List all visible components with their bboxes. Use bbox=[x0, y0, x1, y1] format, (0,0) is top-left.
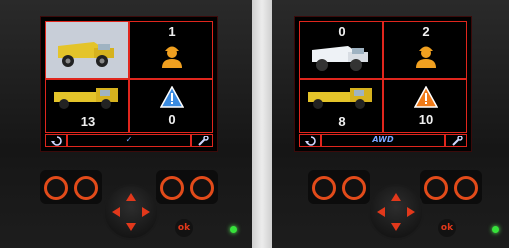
loader-truck-icon bbox=[306, 84, 376, 114]
ok-button[interactable]: ok bbox=[438, 219, 456, 237]
function-button-3[interactable] bbox=[424, 176, 448, 200]
loader-truck-icon bbox=[52, 84, 122, 114]
arrow-right-icon[interactable] bbox=[407, 207, 415, 217]
wrench-icon bbox=[452, 136, 463, 146]
cell-loaders[interactable]: 8 bbox=[299, 79, 383, 133]
function-button-2[interactable] bbox=[342, 176, 366, 200]
function-button-4[interactable] bbox=[454, 176, 478, 200]
function-button-1[interactable] bbox=[312, 176, 336, 200]
cell-alerts[interactable]: 0 bbox=[129, 79, 213, 133]
trucks-count: 0 bbox=[338, 24, 346, 39]
status-bar: AWD bbox=[299, 134, 467, 147]
return-button[interactable] bbox=[45, 134, 67, 147]
warning-icon bbox=[159, 85, 185, 112]
cell-operators[interactable]: 2 bbox=[383, 21, 467, 79]
directional-pad[interactable] bbox=[103, 184, 159, 240]
wrench-button[interactable] bbox=[445, 134, 467, 147]
status-led bbox=[230, 226, 237, 233]
panel-divider bbox=[252, 0, 272, 248]
alerts-count: 10 bbox=[418, 112, 434, 127]
alerts-count: 0 bbox=[168, 112, 176, 127]
arrow-up-icon[interactable] bbox=[391, 193, 401, 201]
display-screen: 0 2 8 10 AWD bbox=[294, 16, 472, 152]
arrow-down-icon[interactable] bbox=[391, 223, 401, 231]
loaders-count: 8 bbox=[338, 114, 346, 129]
return-button[interactable] bbox=[299, 134, 321, 147]
arrow-down-icon[interactable] bbox=[126, 223, 136, 231]
dump-truck-icon bbox=[308, 40, 374, 78]
ok-button[interactable]: ok bbox=[175, 219, 193, 237]
cell-operators[interactable]: 1 bbox=[129, 21, 213, 79]
wrench-icon bbox=[198, 136, 209, 146]
status-grid: 1 13 0 ✓ bbox=[45, 21, 213, 147]
operator-icon bbox=[414, 42, 438, 72]
operators-count: 2 bbox=[422, 24, 430, 39]
cell-trucks[interactable] bbox=[45, 21, 129, 79]
return-icon bbox=[51, 136, 62, 146]
cell-trucks[interactable]: 0 bbox=[299, 21, 383, 79]
loaders-count: 13 bbox=[80, 114, 96, 129]
function-button-1[interactable] bbox=[44, 176, 68, 200]
operators-count: 1 bbox=[168, 24, 176, 39]
status-message: ✓ bbox=[67, 134, 191, 147]
status-led bbox=[492, 226, 499, 233]
function-button-3[interactable] bbox=[160, 176, 184, 200]
directional-pad[interactable] bbox=[368, 184, 424, 240]
display-screen: 1 13 0 ✓ bbox=[40, 16, 218, 152]
function-button-4[interactable] bbox=[190, 176, 214, 200]
arrow-left-icon[interactable] bbox=[112, 207, 120, 217]
warning-icon bbox=[413, 85, 439, 112]
status-message: AWD bbox=[321, 134, 445, 147]
function-button-2[interactable] bbox=[74, 176, 98, 200]
device-right: 0 2 8 10 AWD ok bbox=[272, 0, 509, 248]
status-grid: 0 2 8 10 AWD bbox=[299, 21, 467, 147]
arrow-up-icon[interactable] bbox=[126, 193, 136, 201]
dump-truck-icon bbox=[54, 36, 120, 74]
arrow-right-icon[interactable] bbox=[142, 207, 150, 217]
status-bar: ✓ bbox=[45, 134, 213, 147]
cell-loaders[interactable]: 13 bbox=[45, 79, 129, 133]
wrench-button[interactable] bbox=[191, 134, 213, 147]
arrow-left-icon[interactable] bbox=[377, 207, 385, 217]
device-left: 1 13 0 ✓ ok bbox=[0, 0, 252, 248]
cell-alerts[interactable]: 10 bbox=[383, 79, 467, 133]
operator-icon bbox=[160, 42, 184, 72]
return-icon bbox=[305, 136, 316, 146]
